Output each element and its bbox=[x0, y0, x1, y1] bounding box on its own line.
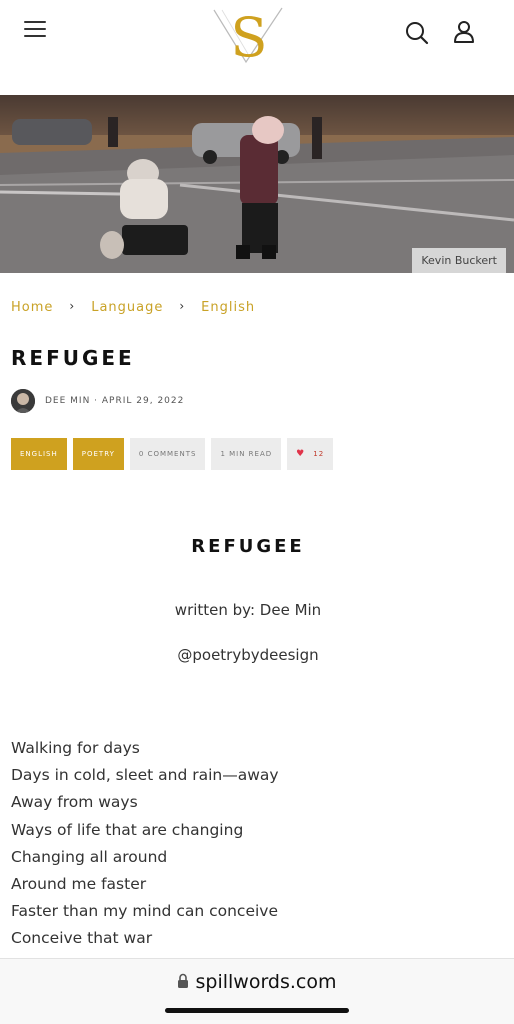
address-bar[interactable]: spillwords.com bbox=[0, 971, 514, 993]
read-time: 1 MIN READ bbox=[211, 438, 282, 470]
search-icon[interactable] bbox=[404, 20, 430, 46]
heart-icon: ♥ bbox=[296, 449, 306, 459]
avatar[interactable] bbox=[11, 389, 35, 413]
poem-line: Faster than my mind can conceive bbox=[11, 902, 278, 921]
post-meta: DEE MIN · APRIL 29, 2022 bbox=[11, 389, 184, 413]
poem-line: Changing all around bbox=[11, 847, 168, 866]
poem-line: Away from ways bbox=[11, 793, 138, 812]
site-header: S bbox=[0, 0, 514, 95]
comments-count[interactable]: 0 COMMENTS bbox=[129, 438, 206, 470]
url-text: spillwords.com bbox=[195, 971, 337, 993]
breadcrumb-home[interactable]: Home bbox=[11, 300, 53, 315]
chevron-right-icon: › bbox=[69, 298, 76, 313]
post-tags: ENGLISH POETRY 0 COMMENTS 1 MIN READ ♥ 1… bbox=[11, 438, 339, 470]
poem-title: REFUGEE bbox=[191, 536, 305, 557]
chevron-right-icon: › bbox=[179, 298, 186, 313]
like-count: 12 bbox=[313, 450, 325, 458]
poem-byline: written by: Dee Min bbox=[174, 601, 322, 619]
poem-line: Walking for days bbox=[11, 739, 140, 757]
user-icon[interactable] bbox=[452, 19, 476, 45]
photo-credit: Kevin Buckert bbox=[412, 248, 506, 273]
hero-image: Kevin Buckert bbox=[0, 95, 514, 273]
poem-line: Days in cold, sleet and rain—away bbox=[11, 766, 279, 785]
logo-letter: S bbox=[231, 6, 268, 66]
lock-icon bbox=[177, 971, 189, 993]
tag-poetry[interactable]: POETRY bbox=[72, 438, 124, 470]
poem-line: Conceive that war bbox=[11, 929, 153, 948]
poem-line: Around me faster bbox=[11, 875, 147, 894]
page-title: REFUGEE bbox=[11, 346, 135, 370]
hamburger-menu-icon[interactable] bbox=[24, 21, 46, 41]
author-date[interactable]: DEE MIN · APRIL 29, 2022 bbox=[45, 396, 184, 406]
home-indicator[interactable] bbox=[165, 1008, 349, 1013]
poem-line: Ways of life that are changing bbox=[11, 820, 244, 839]
browser-bottom-bar: spillwords.com bbox=[0, 958, 514, 1024]
poem-body: Walking for days Days in cold, sleet and… bbox=[11, 735, 279, 953]
site-logo[interactable]: S bbox=[208, 2, 290, 69]
like-button[interactable]: ♥ 12 bbox=[287, 438, 334, 470]
breadcrumb: Home › Language › English bbox=[11, 298, 255, 316]
breadcrumb-english[interactable]: English bbox=[201, 300, 255, 315]
tag-english[interactable]: ENGLISH bbox=[11, 438, 67, 470]
breadcrumb-language[interactable]: Language bbox=[91, 300, 163, 315]
poet-handle: @poetrybydeesign bbox=[177, 646, 319, 664]
